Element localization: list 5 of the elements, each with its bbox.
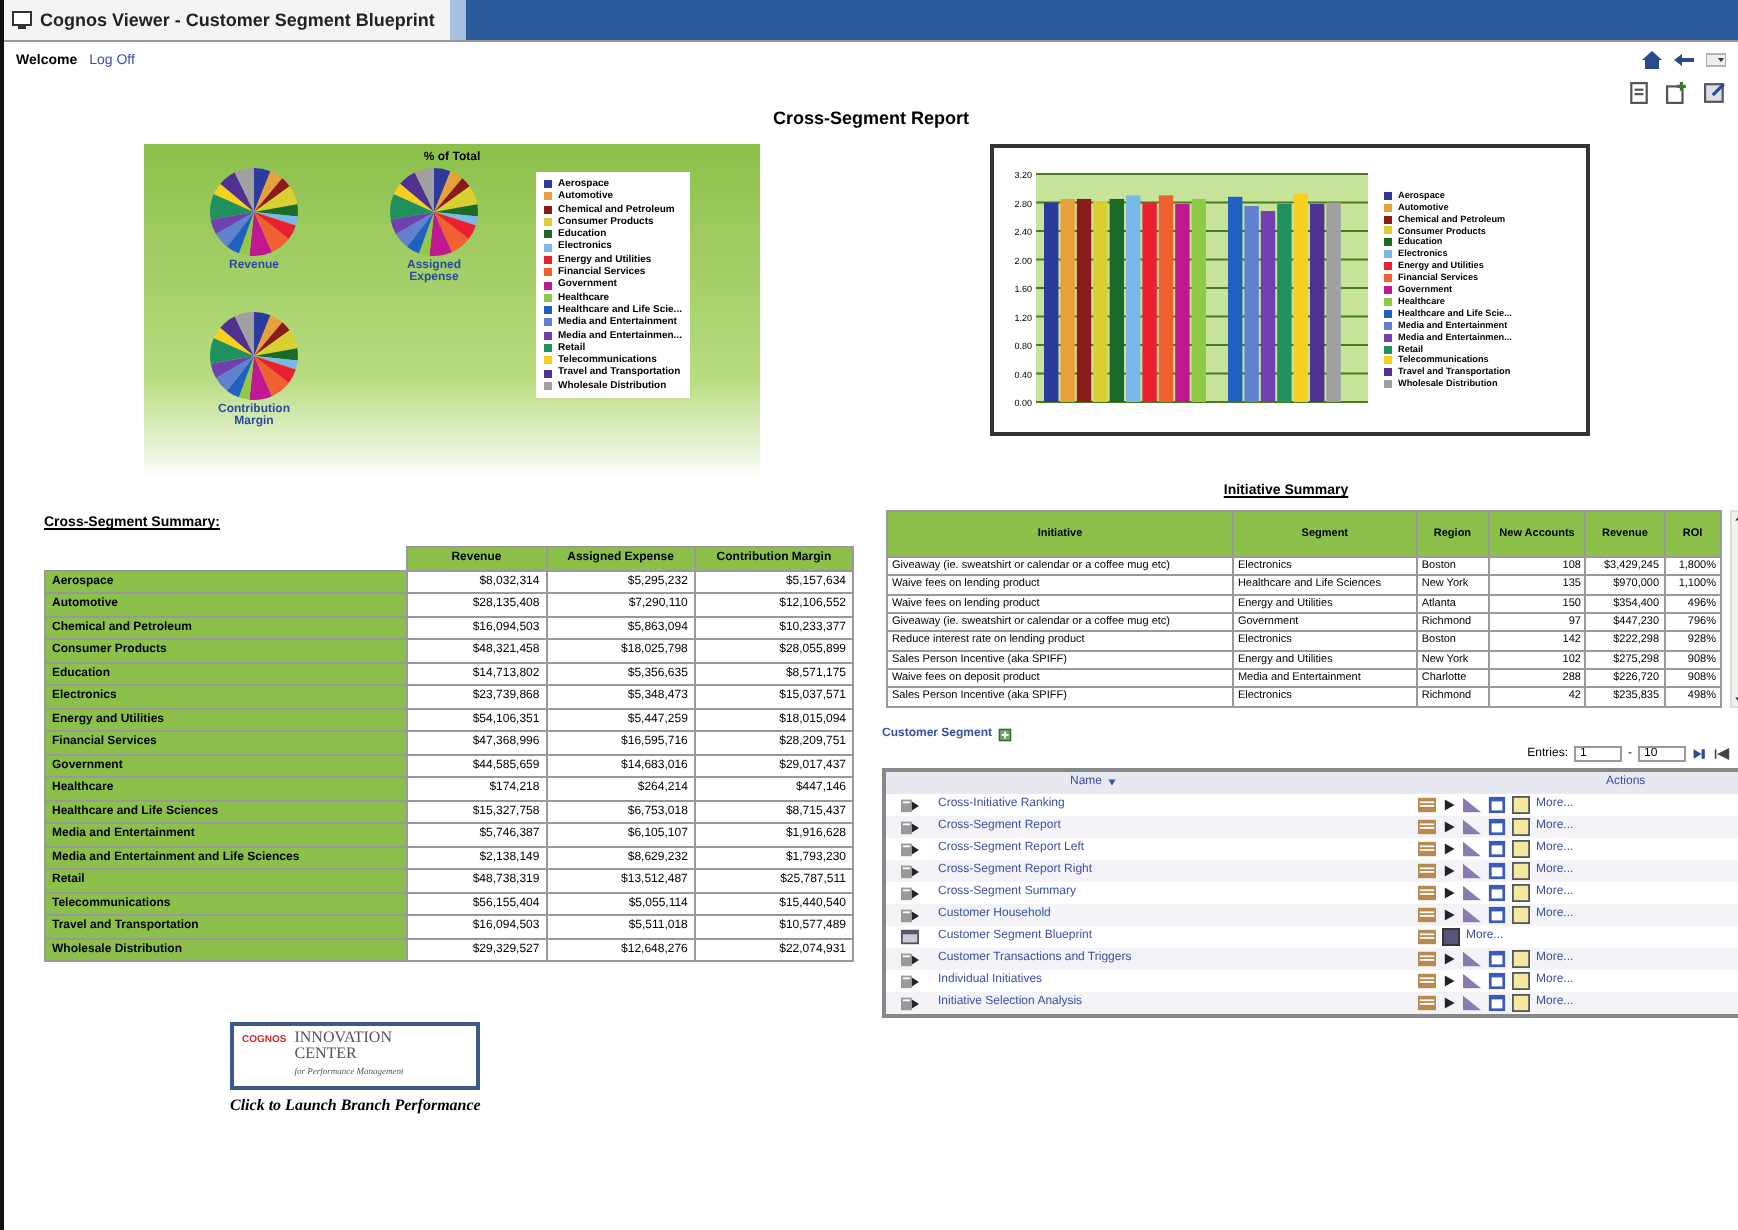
launch-link[interactable]: Click to Launch Branch Performance xyxy=(230,1096,481,1114)
logo-text: INNOVATION xyxy=(294,1030,394,1046)
window-title: Cognos Viewer - Customer Segment Blueprint xyxy=(40,10,435,30)
logo-text: CENTER xyxy=(294,1046,359,1062)
report-title: Cross-Segment Report xyxy=(770,108,971,128)
